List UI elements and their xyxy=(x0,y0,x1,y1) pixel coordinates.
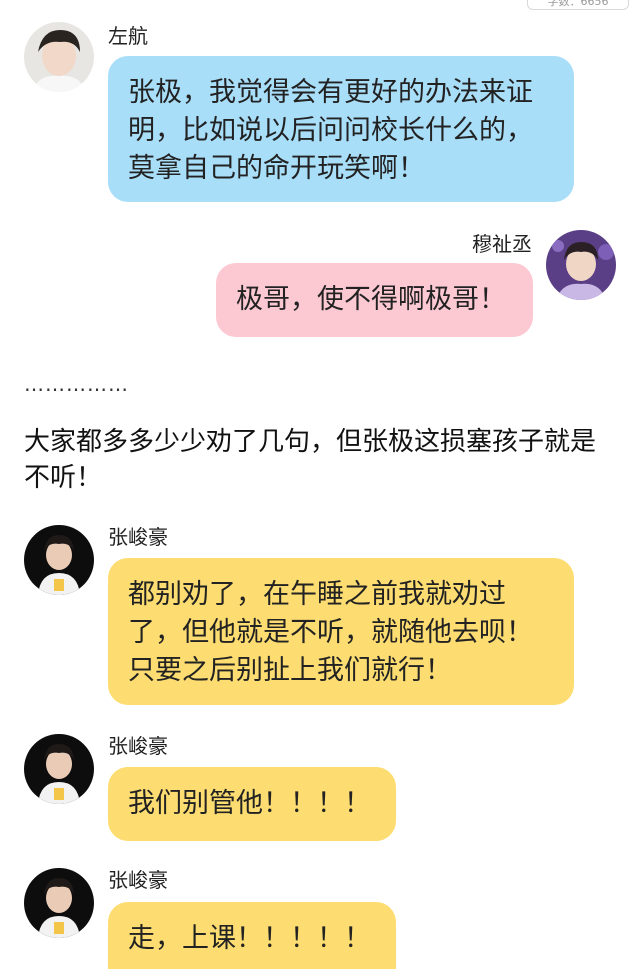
chat-bubble: 张极，我觉得会有更好的办法来证明，比如说以后问问校长什么的，莫拿自己的命开玩笑啊… xyxy=(108,56,574,202)
avatar-zuohang[interactable] xyxy=(24,22,94,92)
chat-bubble: 我们别管他！！！！ xyxy=(108,767,396,841)
sender-name: 穆祉丞 xyxy=(472,232,532,256)
sender-name: 张峻豪 xyxy=(108,734,168,758)
chat-bubble: 极哥，使不得啊极哥！ xyxy=(216,263,533,337)
avatar-muzhicheng[interactable] xyxy=(546,230,616,300)
narration-text: 大家都多多少少劝了几句，但张极这损塞孩子就是不听！ xyxy=(24,427,597,493)
chat-bubble: 走，上课！！！！！ xyxy=(108,902,396,969)
word-count-chip: 字数：6656 xyxy=(527,0,629,10)
sender-name: 张峻豪 xyxy=(108,868,168,892)
chat-bubble: 都别劝了，在午睡之前我就劝过了，但他就是不听，就随他去呗！只要之后别扯上我们就行… xyxy=(108,558,574,705)
sender-name: 左航 xyxy=(108,24,148,48)
avatar-zhangjunhao[interactable] xyxy=(24,868,94,938)
avatar-zhangjunhao[interactable] xyxy=(24,734,94,804)
sender-name: 张峻豪 xyxy=(108,525,168,549)
ellipsis-divider: …………… xyxy=(24,372,129,396)
avatar-zhangjunhao[interactable] xyxy=(24,525,94,595)
